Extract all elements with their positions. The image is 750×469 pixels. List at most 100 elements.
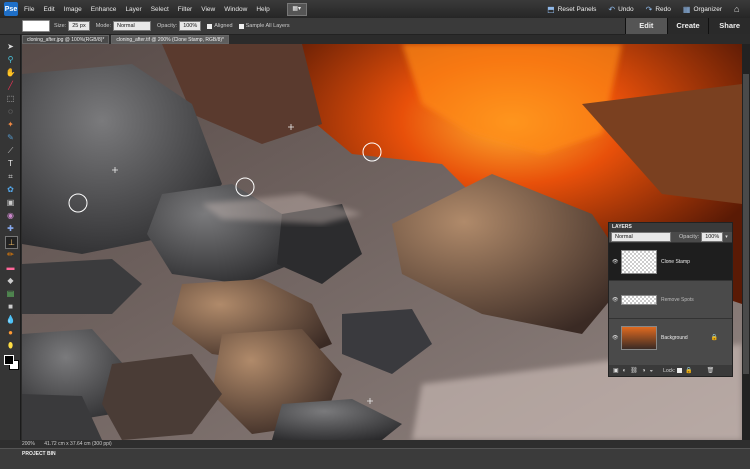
menu-edit[interactable]: Edit <box>43 6 54 13</box>
project-bin-title[interactable]: PROJECT BIN <box>22 451 750 457</box>
brush-tool-icon[interactable]: ✏ <box>5 249 16 260</box>
eyedropper-tool-icon[interactable]: ╱ <box>5 80 16 91</box>
status-bar: 200% 41.72 cm x 37.64 cm (300 ppi) <box>0 440 750 448</box>
lock-icon: 🔒 <box>710 335 718 341</box>
foreground-color-swatch[interactable] <box>4 355 14 365</box>
reset-panels-icon: ⬒ <box>547 4 555 14</box>
app-logo: Pse <box>4 2 18 16</box>
menu-view[interactable]: View <box>201 6 215 13</box>
new-fill-layer-icon[interactable]: ◐ <box>623 368 627 374</box>
red-eye-tool-icon[interactable]: ◉ <box>5 210 16 221</box>
tab-share[interactable]: Share <box>708 18 750 34</box>
layer-row-background[interactable]: 👁 Background 🔒 <box>609 318 732 356</box>
redo-button[interactable]: ↷ Redo <box>646 5 671 14</box>
visibility-eye-icon[interactable]: 👁 <box>612 335 618 341</box>
workspace-layout-button[interactable]: ▦▾ <box>286 2 307 16</box>
undo-icon: ↶ <box>608 4 616 14</box>
tab-edit[interactable]: Edit <box>625 18 667 34</box>
layer-thumbnail <box>621 294 657 305</box>
sponge-tool-icon[interactable]: ● <box>5 327 16 338</box>
layer-row-remove-spots[interactable]: 👁 Remove Spots <box>609 280 732 318</box>
organizer-button[interactable]: ▦ Organizer <box>683 5 722 14</box>
menu-layer[interactable]: Layer <box>125 6 141 13</box>
smudge-tool-icon[interactable]: ⬮ <box>5 340 16 351</box>
document-tabs: cloning_after.jpg @ 100%(RGB/8)* cloning… <box>22 35 231 44</box>
lock-all-icon[interactable]: 🔒 <box>685 367 692 374</box>
healing-brush-tool-icon[interactable]: ✚ <box>5 223 16 234</box>
paint-bucket-tool-icon[interactable]: ◆ <box>5 275 16 286</box>
doc-tab-1[interactable]: cloning_after.jpg @ 100%(RGB/8)* <box>22 35 110 44</box>
layer-mask-icon[interactable]: ◑ <box>642 368 646 374</box>
menu-filter[interactable]: Filter <box>178 6 192 13</box>
menu-select[interactable]: Select <box>151 6 169 13</box>
shape-tool-icon[interactable]: ■ <box>5 301 16 312</box>
vertical-scrollbar[interactable] <box>742 44 750 440</box>
visibility-eye-icon[interactable]: 👁 <box>612 297 618 303</box>
opacity-field[interactable]: 100% <box>179 21 202 31</box>
move-tool-icon[interactable]: ➤ <box>5 41 16 52</box>
reset-panels-button[interactable]: ⬒ Reset Panels <box>547 5 596 14</box>
layer-name: Background <box>661 334 688 341</box>
clone-stamp-tool-icon[interactable]: ⊥ <box>5 236 18 249</box>
home-icon[interactable]: ⌂ <box>734 4 744 14</box>
opacity-dropdown-icon[interactable]: ▾ <box>725 234 728 240</box>
gradient-tool-icon[interactable]: ▤ <box>5 288 16 299</box>
lock-label: Lock: <box>663 367 676 374</box>
hand-tool-icon[interactable]: ✋ <box>5 67 16 78</box>
magic-wand-tool-icon[interactable]: ✦ <box>5 119 16 130</box>
cookie-cutter-tool-icon[interactable]: ✿ <box>5 184 16 195</box>
layer-opacity-field[interactable]: 100% <box>701 232 724 242</box>
document-size: 41.72 cm x 37.64 cm (300 ppi) <box>44 441 112 447</box>
delete-layer-icon[interactable]: 🗑 <box>707 367 715 374</box>
aligned-checkbox[interactable] <box>207 23 213 29</box>
lasso-tool-icon[interactable]: ◌ <box>5 106 16 117</box>
new-layer-icon[interactable]: ▣ <box>613 367 619 374</box>
aligned-label: Aligned <box>214 23 233 29</box>
eraser-tool-icon[interactable]: ▬ <box>5 262 16 273</box>
marquee-tool-icon[interactable]: ⬚ <box>5 93 16 104</box>
menu-help[interactable]: Help <box>256 6 269 13</box>
opacity-label: Opacity: <box>157 23 178 29</box>
zoom-level[interactable]: 200% <box>22 441 35 447</box>
layers-panel: LAYERS Normal Opacity: 100% ▾ 👁 Clone St… <box>608 222 733 377</box>
blur-tool-icon[interactable]: 💧 <box>5 314 16 325</box>
layer-name: Clone Stamp <box>661 258 690 265</box>
layers-footer: ▣ ◐ ⛓ ◑ ◒ Lock: 🔒 🗑 <box>609 365 732 376</box>
tab-create[interactable]: Create <box>666 18 709 34</box>
mode-tabs: Edit Create Share <box>625 18 750 34</box>
menu-window[interactable]: Window <box>224 6 247 13</box>
menu-enhance[interactable]: Enhance <box>91 6 117 13</box>
layer-thumbnail <box>621 325 657 350</box>
organizer-icon: ▦ <box>682 4 691 14</box>
size-label: Size: <box>54 23 67 29</box>
brush-preset-picker[interactable] <box>22 20 50 32</box>
quick-selection-tool-icon[interactable]: ✎ <box>5 132 16 143</box>
menu-bar: Pse File Edit Image Enhance Layer Select… <box>0 0 750 18</box>
type-tool-icon[interactable]: T <box>5 158 16 169</box>
layer-thumbnail <box>621 249 657 274</box>
menu-file[interactable]: File <box>24 6 34 13</box>
tool-options-bar: Size: 25 px Mode: Normal Opacity: 100% A… <box>0 18 625 35</box>
layer-name: Remove Spots <box>661 296 694 303</box>
blend-mode-select[interactable]: Normal <box>611 232 671 242</box>
project-bin: PROJECT BIN <box>0 448 750 469</box>
layer-row-clone-stamp[interactable]: 👁 Clone Stamp <box>609 242 732 280</box>
crop-tool-icon[interactable]: ⌗ <box>5 171 16 182</box>
size-field[interactable]: 25 px <box>68 21 90 31</box>
menu-image[interactable]: Image <box>64 6 82 13</box>
straighten-tool-icon[interactable]: ⟋ <box>5 145 16 156</box>
mode-label: Mode: <box>95 23 111 29</box>
sample-all-layers-label: Sample All Layers <box>245 23 290 29</box>
layers-panel-title: LAYERS <box>609 223 732 232</box>
visibility-eye-icon[interactable]: 👁 <box>612 259 618 265</box>
layer-opacity-label: Opacity: <box>679 234 700 240</box>
link-layers-icon[interactable]: ⛓ <box>630 367 638 374</box>
doc-tab-2[interactable]: cloning_after.tif @ 200% (Clone Stamp, R… <box>111 35 229 44</box>
adjustment-layer-icon[interactable]: ◒ <box>650 368 654 374</box>
mode-select[interactable]: Normal <box>113 21 151 31</box>
sample-all-layers-checkbox[interactable] <box>238 23 244 29</box>
zoom-tool-icon[interactable]: ⚲ <box>5 54 16 65</box>
undo-button[interactable]: ↶ Undo <box>608 5 633 14</box>
lock-transparent-checkbox[interactable] <box>677 368 683 373</box>
recompose-tool-icon[interactable]: ▣ <box>5 197 16 208</box>
